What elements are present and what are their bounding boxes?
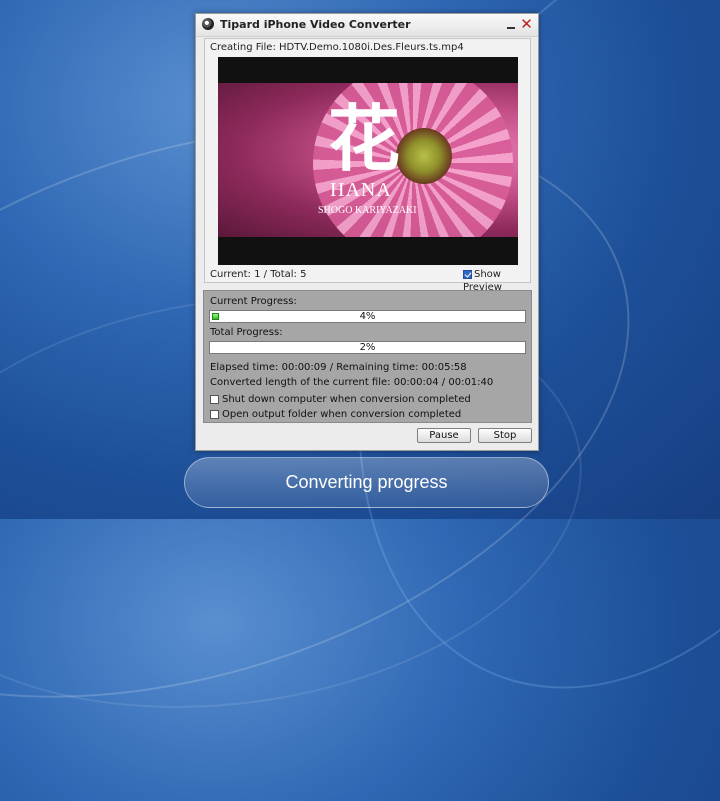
close-icon[interactable]: ✕ <box>520 17 533 32</box>
video-kanji-title: 花 <box>328 96 401 181</box>
minimize-icon[interactable] <box>506 18 516 30</box>
video-artist-text: SHOGO KARIYAZAKI <box>318 205 417 216</box>
checkbox-checked-icon[interactable] <box>463 269 472 279</box>
video-frame: 花 HANA SHOGO KARIYAZAKI <box>218 83 518 237</box>
converted-length-label: Converted length of the current file: 00… <box>210 377 494 388</box>
total-progress-label: Total Progress: <box>210 327 283 338</box>
current-progress-percent: 4% <box>359 311 376 322</box>
current-progress-label: Current Progress: <box>210 296 297 307</box>
flower-center <box>396 128 452 184</box>
total-progress-percent: 2% <box>359 342 376 353</box>
film-reel-icon <box>202 18 214 30</box>
video-preview: 花 HANA SHOGO KARIYAZAKI <box>218 57 518 265</box>
checkbox-unchecked-icon[interactable] <box>210 409 219 419</box>
pause-button[interactable]: Pause <box>417 428 471 443</box>
video-title-text: HANA <box>330 179 392 201</box>
shutdown-label: Shut down computer when conversion compl… <box>222 393 471 405</box>
checkbox-unchecked-icon[interactable] <box>210 394 219 404</box>
open-folder-label: Open output folder when conversion compl… <box>222 408 462 420</box>
preview-panel: Creating File: HDTV.Demo.1080i.Des.Fleur… <box>204 38 531 293</box>
stop-button[interactable]: Stop <box>478 428 532 443</box>
progress-panel: Current Progress: 4% Total Progress: 2% … <box>203 290 532 423</box>
window-title: Tipard iPhone Video Converter <box>220 18 411 31</box>
caption-banner: Converting progress <box>184 457 549 508</box>
current-progress-bar: 4% <box>209 310 526 323</box>
show-preview-checkbox[interactable]: Show Preview <box>463 267 530 293</box>
converter-window: Tipard iPhone Video Converter ✕ Creating… <box>195 13 539 451</box>
current-total-label: Current: 1 / Total: 5 <box>210 269 307 280</box>
elapsed-time-label: Elapsed time: 00:00:09 / Remaining time:… <box>210 362 467 373</box>
creating-file-label: Creating File: HDTV.Demo.1080i.Des.Fleur… <box>210 42 464 53</box>
shutdown-checkbox[interactable]: Shut down computer when conversion compl… <box>210 392 471 405</box>
open-folder-checkbox[interactable]: Open output folder when conversion compl… <box>210 407 462 420</box>
total-progress-bar: 2% <box>209 341 526 354</box>
title-bar[interactable]: Tipard iPhone Video Converter ✕ <box>196 14 538 37</box>
